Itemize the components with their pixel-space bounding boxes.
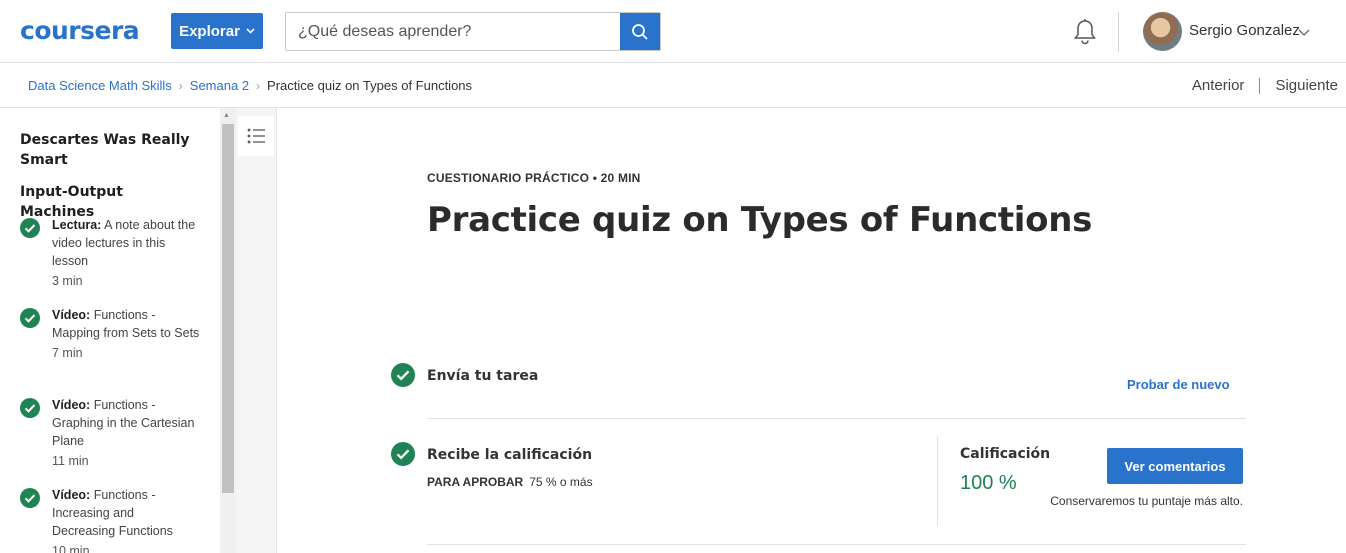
item-type: Lectura: (52, 218, 102, 232)
nav-divider (1259, 77, 1261, 94)
item-duration: 7 min (52, 346, 83, 360)
breadcrumb-week[interactable]: Semana 2 (190, 78, 249, 93)
completed-check-icon (20, 308, 40, 328)
search-box (285, 12, 661, 51)
toggle-outline-button[interactable] (238, 116, 274, 156)
search-input[interactable] (286, 13, 620, 50)
view-feedback-button[interactable]: Ver comentarios (1107, 448, 1243, 484)
top-header: coursera Explorar Sergio Gonzalez (0, 0, 1346, 63)
item-type: Vídeo: (52, 488, 91, 502)
previous-link[interactable]: Anterior (1192, 77, 1245, 94)
item-kicker: CUESTIONARIO PRÁCTICO • 20 MIN (427, 171, 641, 185)
completed-check-icon (20, 218, 40, 238)
outline-column (236, 108, 277, 553)
breadcrumb-bar: Data Science Math Skills › Semana 2 › Pr… (0, 63, 1346, 108)
scroll-up-arrow-icon[interactable]: ▲ (223, 112, 230, 119)
item-duration: 11 min (52, 454, 89, 468)
item-type: Vídeo: (52, 398, 91, 412)
search-button[interactable] (620, 13, 660, 50)
chevron-down-icon (246, 26, 255, 37)
chevron-right-icon: › (178, 78, 183, 93)
completed-check-icon (391, 442, 415, 466)
breadcrumb-course[interactable]: Data Science Math Skills (28, 78, 172, 93)
course-sidebar: Descartes Was Really Smart Input-Output … (0, 108, 220, 553)
chevron-right-icon: › (256, 78, 261, 93)
grade-value: 100 % (960, 472, 1017, 494)
pass-value: 75 % o más (529, 475, 593, 489)
submit-step-title: Envía tu tarea (427, 368, 539, 384)
explore-label: Explorar (179, 22, 240, 40)
breadcrumb-current: Practice quiz on Types of Functions (267, 78, 473, 93)
breadcrumb: Data Science Math Skills › Semana 2 › Pr… (28, 78, 472, 93)
page-title: Practice quiz on Types of Functions (427, 200, 1093, 240)
avatar[interactable] (1143, 12, 1182, 51)
completed-check-icon (391, 363, 415, 387)
header-divider (1118, 12, 1119, 52)
retry-link[interactable]: Probar de nuevo (1127, 377, 1230, 392)
coursera-logo[interactable]: coursera (20, 16, 140, 45)
divider (427, 418, 1246, 419)
chevron-down-icon[interactable] (1298, 24, 1310, 36)
sidebar-scrollbar-thumb[interactable] (222, 124, 234, 493)
item-duration: 3 min (52, 274, 83, 288)
list-icon (247, 128, 265, 144)
pass-requirement: PARA APROBAR 75 % o más (427, 475, 593, 489)
explore-button[interactable]: Explorar (171, 13, 263, 49)
grade-divider (937, 436, 938, 526)
notifications-bell-icon[interactable] (1072, 18, 1098, 46)
divider (427, 544, 1246, 545)
grade-step-title: Recibe la calificación (427, 447, 593, 463)
item-duration: 10 min (52, 544, 90, 553)
completed-check-icon (20, 488, 40, 508)
item-type: Vídeo: (52, 308, 91, 322)
pass-label: PARA APROBAR (427, 475, 524, 489)
search-icon (632, 23, 648, 40)
completed-check-icon (20, 398, 40, 418)
grade-label: Calificación (960, 446, 1051, 462)
section-title[interactable]: Descartes Was Really Smart (20, 130, 200, 170)
item-navigation: Anterior Siguiente (1192, 77, 1338, 94)
next-link[interactable]: Siguiente (1275, 77, 1338, 94)
keep-highest-note: Conservaremos tu puntaje más alto. (1050, 494, 1243, 508)
user-name[interactable]: Sergio Gonzalez (1189, 22, 1300, 39)
